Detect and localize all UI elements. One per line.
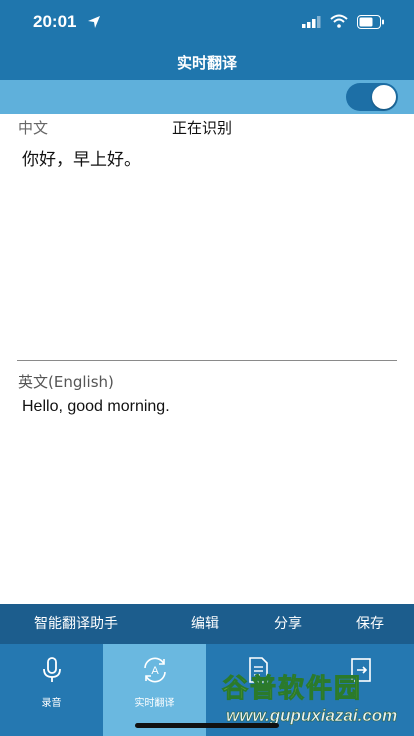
edit-button[interactable]: 编辑: [191, 604, 219, 644]
tab-record[interactable]: 录音: [0, 644, 103, 736]
page-title: 实时翻译: [176, 54, 237, 72]
microphone-icon: [42, 657, 61, 682]
action-bar: 智能翻译助手 编辑 分享 保存: [0, 604, 414, 644]
toggle-knob: [372, 85, 396, 109]
battery-icon: [357, 15, 384, 29]
tab-label: 实时翻译: [134, 698, 175, 709]
source-text[interactable]: 你好，早上好。: [22, 145, 141, 170]
recognition-status: 正在识别: [172, 119, 233, 137]
assistant-button[interactable]: 智能翻译助手: [34, 604, 118, 644]
realtime-toggle[interactable]: [346, 83, 398, 111]
divider: [17, 360, 397, 361]
location-arrow-icon: [88, 16, 100, 28]
share-button[interactable]: 分享: [274, 604, 302, 644]
svg-text:A: A: [151, 665, 159, 677]
wifi-icon: [330, 14, 348, 28]
target-language-label[interactable]: 英文(English): [18, 371, 114, 392]
target-text[interactable]: Hello, good morning.: [22, 398, 170, 416]
save-button[interactable]: 保存: [356, 604, 384, 644]
watermark-title: 谷普软件园: [221, 674, 363, 705]
tab-label: 录音: [41, 698, 62, 709]
translate-icon: A: [143, 657, 166, 683]
status-time: 20:01: [33, 12, 77, 31]
source-language-label[interactable]: 中文: [18, 117, 48, 138]
header: 20:01 实时翻译: [0, 0, 414, 80]
cellular-signal-icon: [302, 16, 321, 28]
home-indicator[interactable]: [135, 723, 279, 728]
